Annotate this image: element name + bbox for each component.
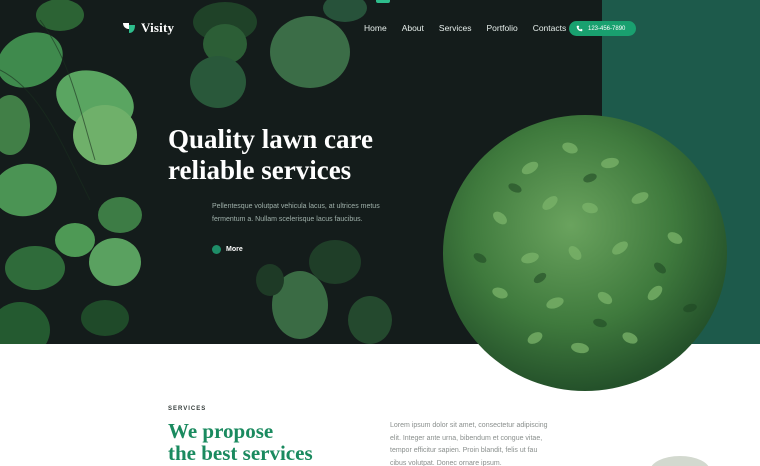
menu-item-services[interactable]: Services xyxy=(439,23,472,33)
services-heading-line-2: the best services xyxy=(168,441,313,465)
landing-page: Visity Home About Services Portfolio Con… xyxy=(0,0,760,466)
leaf-logo-icon xyxy=(123,23,135,33)
active-menu-indicator xyxy=(376,0,390,3)
services-heading-line-1: We propose xyxy=(168,419,274,443)
boxwood-bush-image xyxy=(443,115,727,391)
service-image-thumbnail xyxy=(650,456,710,466)
services-heading: We propose the best services xyxy=(168,420,313,464)
menu-item-contacts[interactable]: Contacts xyxy=(533,23,567,33)
hero-description: Pellentesque volutpat vehicula lacus, at… xyxy=(212,201,402,226)
services-description: Lorem ipsum dolor sit amet, consectetur … xyxy=(390,420,590,466)
more-link[interactable]: More xyxy=(212,245,243,254)
phone-icon xyxy=(576,25,583,32)
services-text-line-2: elit. Integer ante urna, bibendum et con… xyxy=(390,434,543,442)
more-label: More xyxy=(226,246,243,253)
phone-button[interactable]: 123-456-7890 xyxy=(569,21,636,36)
hero-title-line-1: Quality lawn care xyxy=(168,124,373,154)
phone-number: 123-456-7890 xyxy=(588,25,626,32)
services-text-line-1: Lorem ipsum dolor sit amet, consectetur … xyxy=(390,422,548,429)
menu-item-portfolio[interactable]: Portfolio xyxy=(487,23,518,33)
services-text-line-3: tempor efficitur sapien. Proin blandit, … xyxy=(390,447,538,454)
menu-item-about[interactable]: About xyxy=(402,23,424,33)
hero-description-line-1: Pellentesque volutpat vehicula lacus, at… xyxy=(212,203,380,210)
top-navigation: Visity Home About Services Portfolio Con… xyxy=(0,0,760,56)
hero-title: Quality lawn care reliable services xyxy=(168,124,468,186)
brand-name: Visity xyxy=(141,20,175,35)
services-section-label: SERVICES xyxy=(168,406,207,412)
services-text-line-4: cibus volutpat. Donec ornare ipsum. xyxy=(390,459,502,466)
hero-description-line-2: fermentum a. Nullam scelerisque lacus fa… xyxy=(212,215,363,223)
more-bullet-icon xyxy=(212,245,221,254)
brand-logo[interactable]: Visity xyxy=(122,20,174,36)
main-menu: Home About Services Portfolio Contacts xyxy=(364,23,581,33)
hero-title-line-2: reliable services xyxy=(168,155,352,185)
menu-item-home[interactable]: Home xyxy=(364,23,387,33)
